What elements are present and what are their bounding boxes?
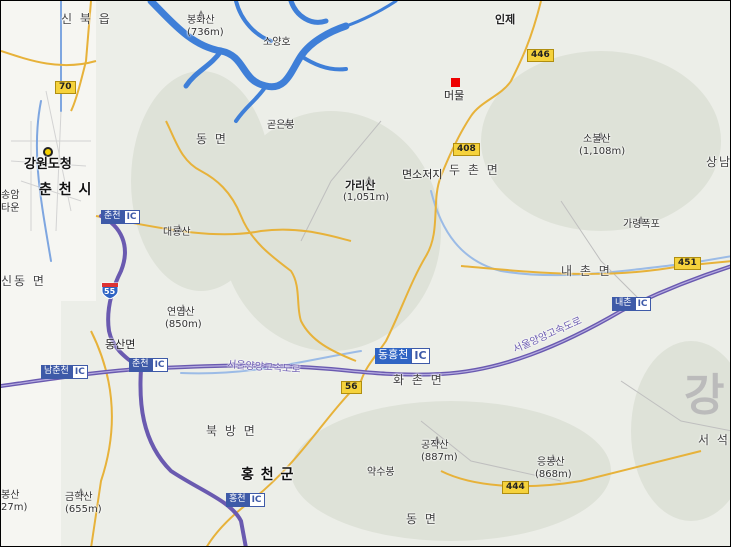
label-bongsan: 봉산 [1,490,20,501]
label-town: 타운 [1,203,20,214]
interchange-hongcheon[interactable]: 홍천 IC [226,493,265,507]
label-songam: 송암 [1,190,20,201]
label-bonghwasan-elev: (736m) [187,27,224,38]
label-sobulsan: 소불산 [583,134,611,145]
route-56-badge: 56 [341,381,362,394]
label-yaksubong: 약수봉 [367,467,395,478]
label-sobulsan-elev: (1,108m) [579,146,626,157]
label-dongmyeon-south: 동 면 [406,512,438,526]
expressway-55-shield: 55 [101,281,119,300]
interchange-suffix: IC [248,493,265,507]
interchange-name: 내촌 [612,297,635,311]
label-hwachon-myeon: 화 촌 면 [393,373,444,387]
label-dongmyeon-north: 동 면 [196,132,228,146]
label-gangwon-large: 강 [684,370,725,421]
interchange-name: 동홍천 [375,348,412,364]
mountain-icon [197,3,205,18]
label-garyeong-falls: 가령폭포 [623,219,660,230]
interchange-donghongcheon[interactable]: 동홍천 IC [375,348,430,364]
mountain-icon [77,481,85,496]
interchange-suffix: IC [411,348,430,364]
label-soyangho: 소양호 [263,37,291,48]
label-gangwon-office: 강원도청 [24,157,72,172]
route-446-badge: 446 [527,49,554,62]
interchange-name: 춘천 [129,358,152,372]
label-hongcheon-gun: 홍 천 군 [241,467,295,483]
label-naechon-myeon: 내 촌 면 [561,264,612,278]
interchange-name: 남춘천 [41,365,72,379]
label-sindong-myeon: 신동 면 [1,274,46,288]
expressway-55-label: 55 [104,287,116,296]
mountain-icon [175,217,183,232]
label-garisan-elev: (1,051m) [343,192,390,203]
mountain-icon [597,125,605,140]
label-geumhaksan-elev: (655m) [65,504,102,515]
label-daeryongsan: 대룡산 [163,227,191,238]
label-sinbuk-eup: 신 북 읍 [61,12,112,26]
marker-red-square[interactable] [451,78,460,87]
mountain-icon [549,447,557,462]
label-bukbang-myeon: 북 방 면 [206,424,257,438]
interchange-suffix: IC [151,358,168,372]
label-yeonyeopsan-elev: (850m) [165,319,202,330]
route-70-badge: 70 [55,81,76,94]
interchange-suffix: IC [634,297,651,311]
label-duchon-myeon: 두 촌 면 [449,163,500,177]
label-dongsan-myeon: 동산면 [105,338,136,351]
mountain-icon [365,169,373,184]
label-seoseok-myeon: 서 석 면 [698,433,730,447]
label-myeonso-reservoir: 면소저지 [402,168,443,181]
label-sangnam: 상남 [706,155,731,169]
label-geumhaksan: 금학산 [65,492,93,503]
label-inje: 인제 [495,13,516,26]
interchange-name: 춘천 [101,210,124,224]
label-gongjaksan-elev: (887m) [421,452,458,463]
interchange-suffix: IC [123,210,140,224]
label-eungbongsan: 응봉산 [537,457,565,468]
interchange-chuncheon[interactable]: 춘천 IC [101,210,140,224]
label-eungbongsan-elev: (868m) [535,469,572,480]
mountain-icon [179,297,187,312]
interchange-chuncheon-jc[interactable]: 춘천 IC [129,358,168,372]
interchange-namchuncheon[interactable]: 남춘천 IC [41,365,88,379]
map-base-layer [1,1,730,546]
label-bongsan-elev: 27m) [1,502,28,513]
map-canvas[interactable]: 신 북 읍 봉화산 (736m) 소양호 인제 머물 70 446 408 45… [0,0,731,547]
mountain-icon [433,429,441,444]
route-451-badge: 451 [674,257,701,270]
route-444-badge: 444 [502,481,529,494]
interchange-suffix: IC [71,365,88,379]
label-gongjaksan: 공작산 [421,440,449,451]
label-bonghwasan: 봉화산 [187,15,215,26]
label-yeonyeopsan: 연엽산 [167,307,195,318]
interchange-naechon[interactable]: 내촌 IC [612,297,651,311]
mountain-icon [284,111,292,126]
label-chuncheon-si: 춘 천 시 [39,182,93,198]
label-goreunbong: 곧은봉 [267,120,295,131]
route-408-badge: 408 [453,143,480,156]
provincial-office-icon[interactable] [43,147,53,157]
interchange-name: 홍천 [226,493,249,507]
label-meomul: 머물 [444,89,465,102]
label-garisan: 가리산 [345,179,376,192]
mountain-icon [637,209,645,224]
